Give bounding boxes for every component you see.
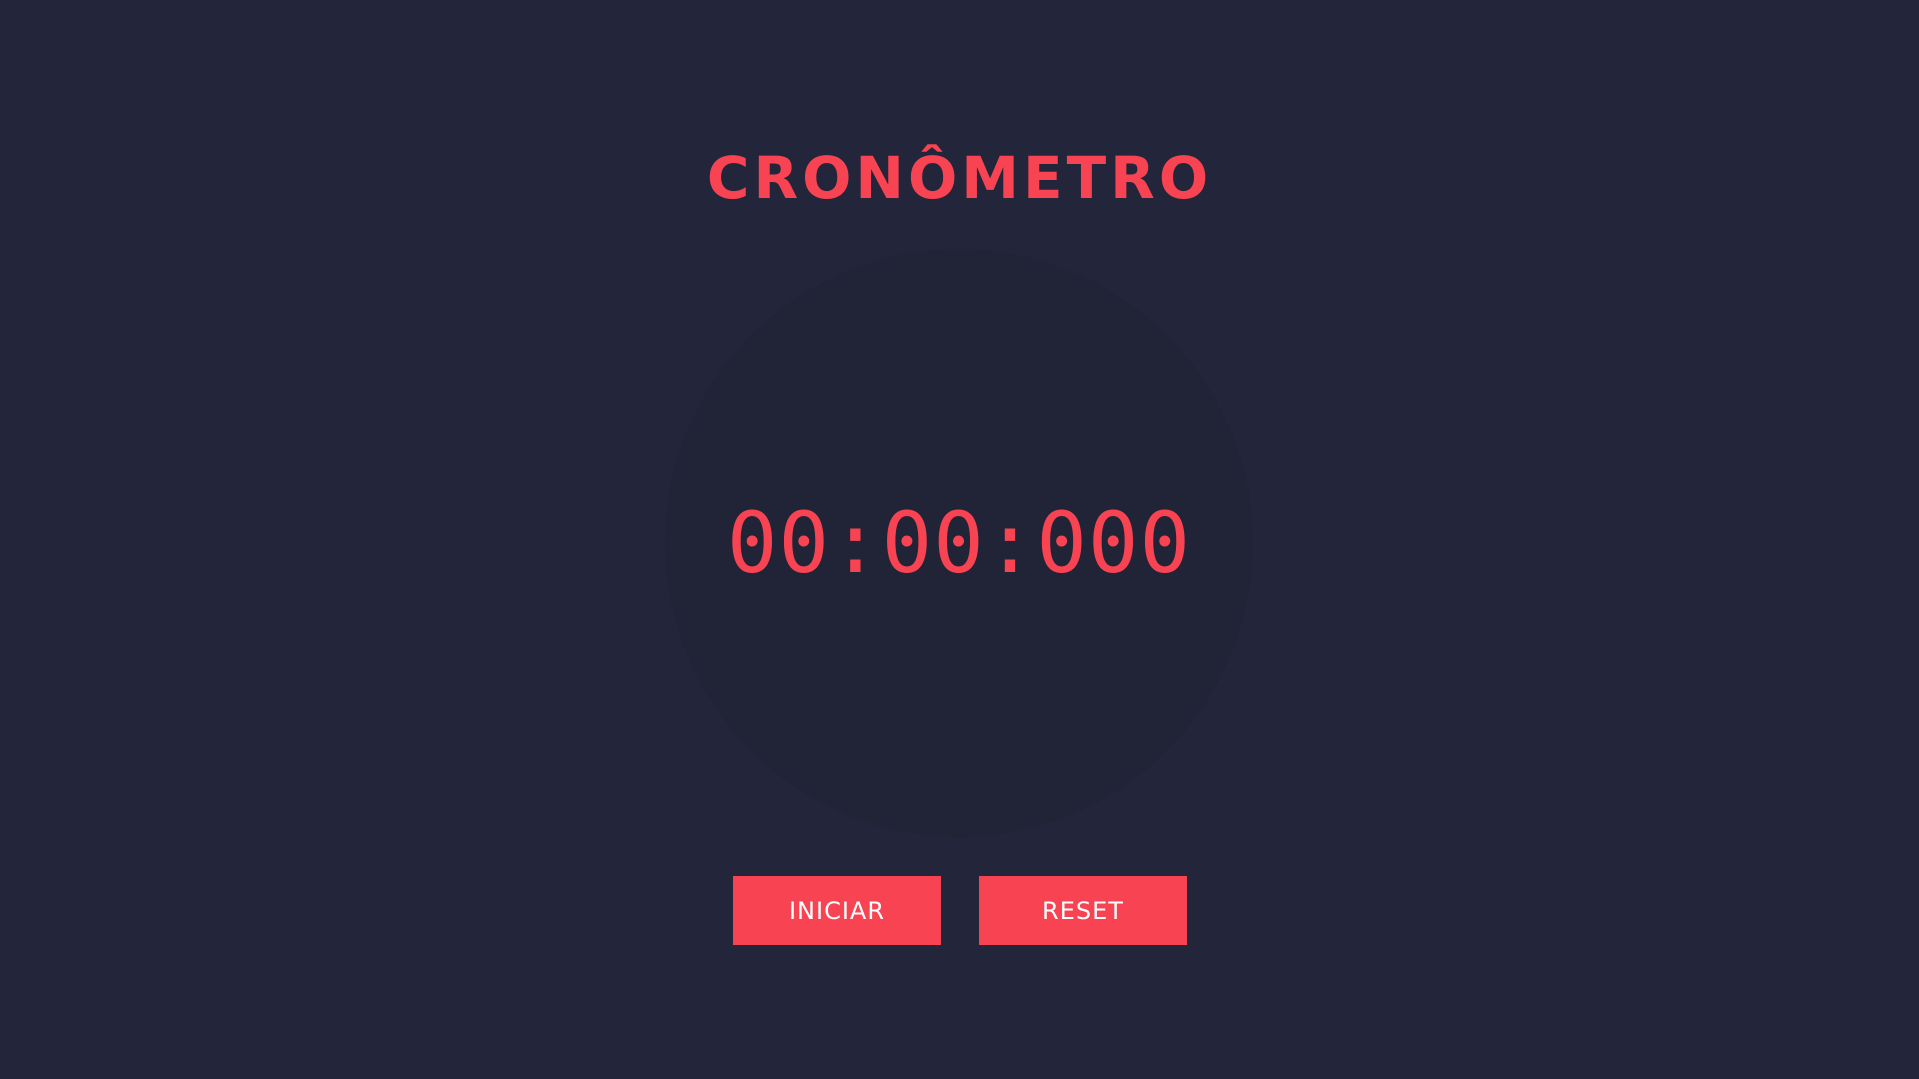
reset-button[interactable]: RESET xyxy=(979,876,1187,945)
time-display: 00:00:000 xyxy=(726,494,1192,592)
start-button[interactable]: INICIAR xyxy=(733,876,941,945)
control-buttons: INICIAR RESET xyxy=(0,876,1919,946)
stopwatch-page: CRONÔMETRO 00:00:000 INICIAR RESET xyxy=(0,0,1919,1079)
stopwatch-dial: 00:00:000 xyxy=(665,249,1253,837)
page-title: CRONÔMETRO xyxy=(706,144,1213,212)
